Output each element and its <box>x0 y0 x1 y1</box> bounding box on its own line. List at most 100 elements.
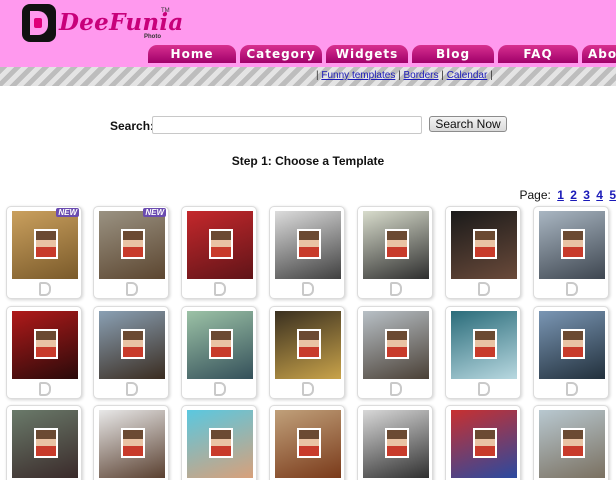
template-tile-man-holding-photo[interactable] <box>93 405 169 480</box>
site-header: DeeFunia TM Photo Home Category Widgets … <box>0 0 616 67</box>
template-tile-bear-with-photo[interactable]: NEW <box>93 206 169 299</box>
new-badge: NEW <box>56 208 79 217</box>
template-tile-red-dome-photo[interactable] <box>181 206 257 299</box>
template-tile-lion-holding-photo[interactable]: NEW <box>6 206 82 299</box>
search-label: Search: <box>110 119 155 133</box>
user-photo-placeholder <box>34 428 58 458</box>
template-thumbnail <box>539 311 605 379</box>
user-photo-placeholder <box>209 428 233 458</box>
page-link-5[interactable]: 5 <box>609 188 616 202</box>
template-thumbnail <box>12 410 78 478</box>
template-thumbnail <box>363 410 429 478</box>
template-tile-marilyn-bw[interactable] <box>357 405 433 480</box>
template-thumbnail <box>99 211 165 279</box>
template-thumbnail <box>187 311 253 379</box>
logo-trademark: TM <box>161 8 170 14</box>
template-tile-billboard-night[interactable] <box>445 206 521 299</box>
template-tile-photo-frame-in-room[interactable] <box>269 206 345 299</box>
nav-widgets[interactable]: Widgets <box>326 45 408 63</box>
sub-links-sep: | <box>441 70 444 81</box>
template-thumbnail <box>275 311 341 379</box>
template-thumbnail <box>99 311 165 379</box>
pager-label: Page: <box>519 188 551 202</box>
user-photo-placeholder <box>34 229 58 259</box>
template-tile-girl-holding-frame[interactable] <box>181 405 257 480</box>
deefunia-watermark-icon <box>478 282 490 296</box>
template-tile-panda-holding-photo[interactable] <box>357 206 433 299</box>
template-tile-magazine-collage[interactable] <box>445 405 521 480</box>
template-thumbnail <box>275 410 341 478</box>
template-thumbnail <box>451 311 517 379</box>
template-thumbnail <box>539 211 605 279</box>
template-thumbnail <box>187 211 253 279</box>
page-link-4[interactable]: 4 <box>596 188 603 202</box>
nav-category[interactable]: Category <box>240 45 322 63</box>
template-tile-building-poster[interactable] <box>269 306 345 399</box>
template-thumbnail <box>12 311 78 379</box>
logo-subtitle: Photo <box>144 34 161 40</box>
user-photo-placeholder <box>121 428 145 458</box>
sub-links-sep: | <box>316 70 319 81</box>
template-thumbnail <box>451 211 517 279</box>
link-calendar[interactable]: Calendar <box>447 70 488 81</box>
deefunia-watermark-icon <box>214 282 226 296</box>
template-thumbnail <box>451 410 517 478</box>
nav-about[interactable]: Abo <box>582 45 616 63</box>
deefunia-watermark-icon <box>39 382 51 396</box>
user-photo-placeholder <box>473 329 497 359</box>
deefunia-watermark-icon <box>39 282 51 296</box>
template-tile-we-miss-you-michael[interactable] <box>6 306 82 399</box>
template-thumbnail <box>539 410 605 478</box>
template-tile-street-billboard[interactable] <box>357 306 433 399</box>
template-tile-bus-shelter-ad[interactable] <box>533 306 609 399</box>
user-photo-placeholder <box>297 329 321 359</box>
user-photo-placeholder <box>385 428 409 458</box>
deefunia-watermark-icon <box>566 382 578 396</box>
search-now-button[interactable]: Search Now <box>429 116 507 132</box>
user-photo-placeholder <box>121 329 145 359</box>
logo-d-icon <box>22 4 56 42</box>
user-photo-placeholder <box>34 329 58 359</box>
nav-blog[interactable]: Blog <box>412 45 494 63</box>
template-tile-fans-with-photo[interactable] <box>6 405 82 480</box>
template-thumbnail <box>363 311 429 379</box>
link-funny-templates[interactable]: Funny templates <box>321 70 395 81</box>
template-thumbnail <box>187 410 253 478</box>
nav-faq[interactable]: FAQ <box>498 45 578 63</box>
step-title: Step 1: Choose a Template <box>231 154 385 168</box>
search-input[interactable] <box>152 116 422 134</box>
sub-links-sep: | <box>490 70 493 81</box>
deefunia-watermark-icon <box>390 382 402 396</box>
deefunia-watermark-icon <box>390 282 402 296</box>
user-photo-placeholder <box>297 229 321 259</box>
deefunia-watermark-icon <box>126 282 138 296</box>
page-link-1[interactable]: 1 <box>557 188 564 202</box>
user-photo-placeholder <box>385 329 409 359</box>
template-tile-city-billboard[interactable] <box>533 206 609 299</box>
template-tile-street-scene-frame[interactable] <box>93 306 169 399</box>
user-photo-placeholder <box>473 229 497 259</box>
template-tile-bus-stop-ad[interactable] <box>181 306 257 399</box>
deefunia-watermark-icon <box>566 282 578 296</box>
user-photo-placeholder <box>561 428 585 458</box>
user-photo-placeholder <box>209 329 233 359</box>
template-tile-street-mural-bike[interactable] <box>269 405 345 480</box>
nav-home[interactable]: Home <box>148 45 236 63</box>
template-thumbnail <box>12 211 78 279</box>
user-photo-placeholder <box>561 329 585 359</box>
deefunia-watermark-icon <box>214 382 226 396</box>
deefunia-watermark-icon <box>302 282 314 296</box>
pagination: Page: 1 2 3 4 5 <box>519 188 616 202</box>
deefunia-watermark-icon <box>478 382 490 396</box>
link-borders[interactable]: Borders <box>404 70 439 81</box>
site-logo[interactable]: DeeFunia TM Photo <box>22 4 183 44</box>
page-link-3[interactable]: 3 <box>583 188 590 202</box>
user-photo-placeholder <box>121 229 145 259</box>
template-thumbnail <box>363 211 429 279</box>
template-tile-tower-ad[interactable] <box>445 306 521 399</box>
page-link-2[interactable]: 2 <box>570 188 577 202</box>
deefunia-watermark-icon <box>302 382 314 396</box>
sub-links: | Funny templates | Borders | Calendar | <box>316 70 493 81</box>
template-tile-palace-square[interactable] <box>533 405 609 480</box>
template-thumbnail <box>275 211 341 279</box>
